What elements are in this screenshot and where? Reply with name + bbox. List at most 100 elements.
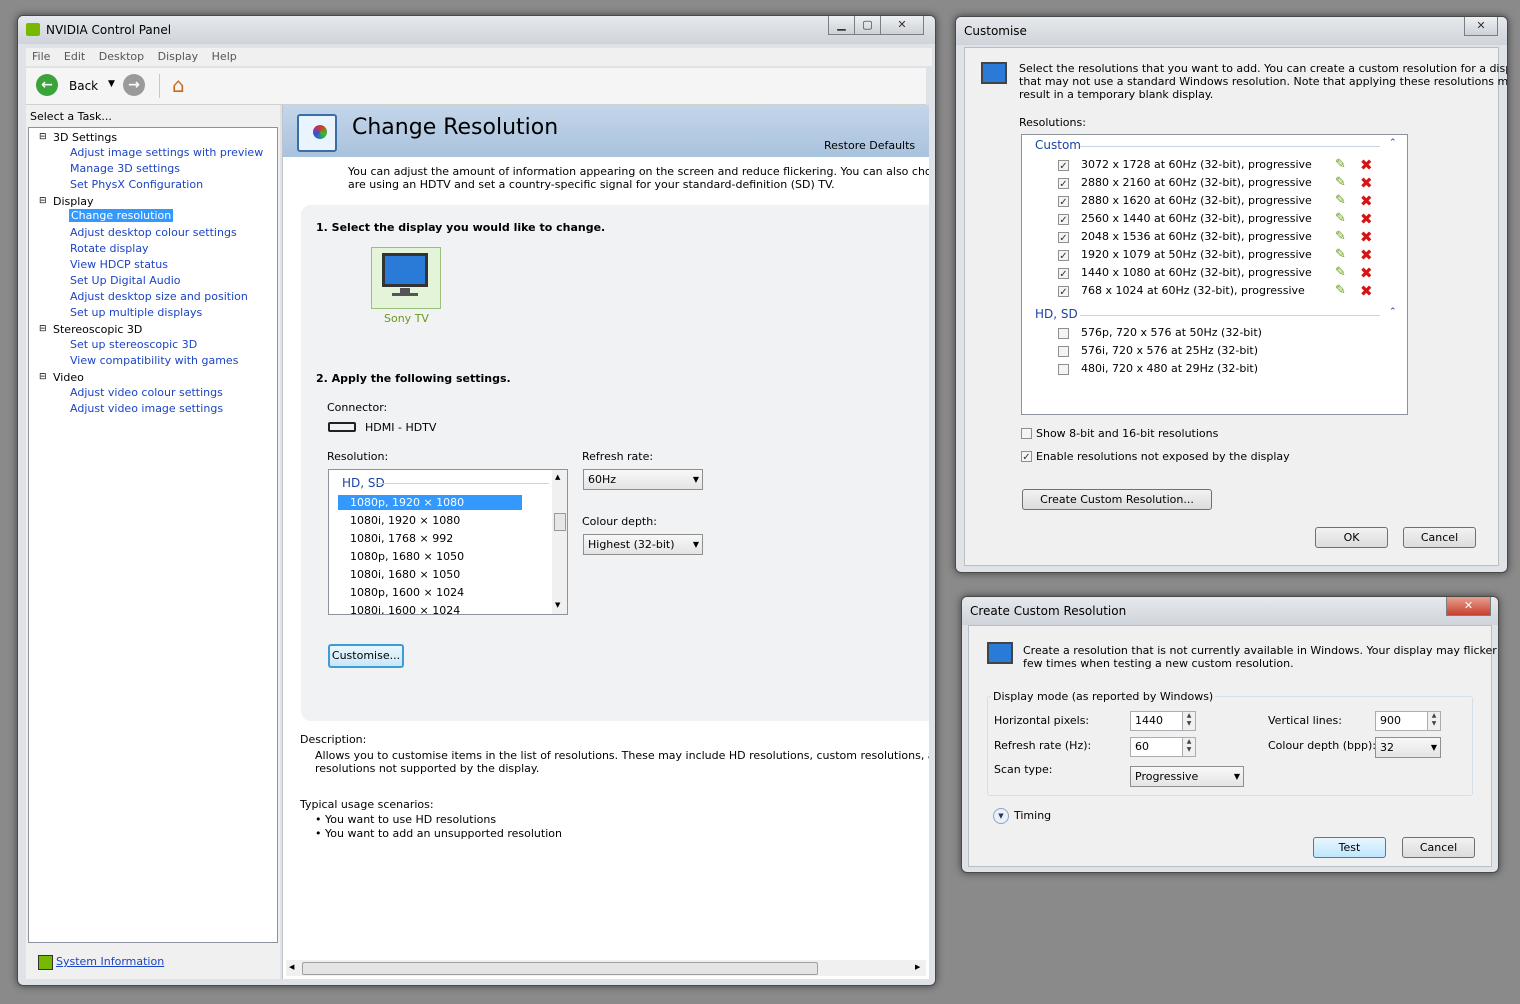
edit-pencil-icon[interactable]: ✎ — [1335, 266, 1349, 280]
horizontal-scrollbar[interactable]: ◀ ▶ — [286, 960, 926, 976]
minimize-button[interactable]: ▁ — [828, 16, 855, 35]
resolution-item[interactable]: 1080i, 1600 × 1024 — [350, 604, 460, 614]
tree-item-digital-audio[interactable]: Set Up Digital Audio — [70, 274, 181, 287]
menu-file[interactable]: File — [32, 50, 50, 63]
customise-button[interactable]: Customise... — [328, 644, 404, 668]
tree-group-3d-settings[interactable]: 3D Settings — [53, 131, 117, 144]
enable-not-exposed-checkbox[interactable]: ✓ — [1021, 451, 1032, 463]
back-dropdown-icon[interactable]: ▼ — [108, 79, 115, 89]
resolution-checkbox[interactable]: ✓ — [1058, 196, 1069, 208]
tree-item-physx[interactable]: Set PhysX Configuration — [70, 178, 203, 191]
resolution-list[interactable]: HD, SD 1080p, 1920 × 1080 1080i, 1920 × … — [328, 469, 568, 615]
resolution-item[interactable]: 1080i, 1920 × 1080 — [350, 514, 460, 527]
vertical-lines-input[interactable]: 900 — [1375, 711, 1428, 731]
resolution-item[interactable]: 1080p, 1600 × 1024 — [350, 586, 464, 599]
custom-resolution-list[interactable]: Custom ⌃ ✓ 3072 x 1728 at 60Hz (32-bit), … — [1021, 134, 1408, 415]
resolution-checkbox[interactable]: ✓ — [1058, 160, 1069, 172]
tree-item-video-image[interactable]: Adjust video image settings — [70, 402, 223, 415]
tree-expander-icon[interactable]: ⊟ — [39, 372, 47, 382]
close-button[interactable]: ✕ — [880, 16, 924, 35]
h-scroll-thumb[interactable] — [302, 962, 818, 975]
edit-pencil-icon[interactable]: ✎ — [1335, 230, 1349, 244]
resolution-item[interactable]: 1080i, 1768 × 992 — [350, 532, 453, 545]
timing-label[interactable]: Timing — [1014, 809, 1051, 822]
colour-depth-select[interactable]: Highest (32-bit) ▼ — [583, 534, 703, 555]
delete-icon[interactable]: ✖ — [1360, 248, 1373, 263]
resolution-item[interactable]: 1080p, 1680 × 1050 — [350, 550, 464, 563]
tree-item-multiple-displays[interactable]: Set up multiple displays — [70, 306, 202, 319]
back-label[interactable]: Back — [69, 79, 98, 93]
delete-icon[interactable]: ✖ — [1360, 212, 1373, 227]
create-custom-resolution-button[interactable]: Create Custom Resolution... — [1022, 489, 1212, 510]
tree-item-desktop-colour[interactable]: Adjust desktop colour settings — [70, 226, 237, 239]
back-arrow-icon[interactable]: ← — [36, 74, 58, 96]
show-8bit-checkbox[interactable] — [1021, 428, 1032, 439]
resolution-checkbox[interactable]: ✓ — [1058, 250, 1069, 262]
refresh-rate-input[interactable]: 60 — [1130, 737, 1183, 757]
tree-item-video-colour[interactable]: Adjust video colour settings — [70, 386, 223, 399]
resolution-item-selected[interactable]: 1080p, 1920 × 1080 — [338, 495, 522, 510]
refresh-rate-spinner[interactable]: ▲ ▼ — [1182, 737, 1196, 757]
refresh-rate-select[interactable]: 60Hz ▼ — [583, 469, 703, 490]
enable-not-exposed-label[interactable]: Enable resolutions not exposed by the di… — [1036, 450, 1290, 463]
menu-edit[interactable]: Edit — [64, 50, 85, 63]
close-button[interactable]: ✕ — [1446, 597, 1491, 616]
delete-icon[interactable]: ✖ — [1360, 158, 1373, 173]
collapse-icon[interactable]: ⌃ — [1389, 307, 1397, 317]
edit-pencil-icon[interactable]: ✎ — [1335, 248, 1349, 262]
tree-expander-icon[interactable]: ⊟ — [39, 196, 47, 206]
forward-arrow-icon[interactable]: → — [123, 74, 145, 96]
ok-button[interactable]: OK — [1315, 527, 1388, 548]
menu-desktop[interactable]: Desktop — [99, 50, 144, 63]
restore-defaults-link[interactable]: Restore Defaults — [824, 139, 915, 152]
scroll-right-icon[interactable]: ▶ — [915, 963, 920, 971]
tree-item-desktop-size[interactable]: Adjust desktop size and position — [70, 290, 248, 303]
tree-item-hdcp-status[interactable]: View HDCP status — [70, 258, 168, 271]
edit-pencil-icon[interactable]: ✎ — [1335, 194, 1349, 208]
timing-expand-icon[interactable]: ▼ — [993, 808, 1009, 824]
edit-pencil-icon[interactable]: ✎ — [1335, 284, 1349, 298]
cancel-button[interactable]: Cancel — [1403, 527, 1476, 548]
edit-pencil-icon[interactable]: ✎ — [1335, 158, 1349, 172]
tree-group-stereoscopic[interactable]: Stereoscopic 3D — [53, 323, 142, 336]
show-8bit-label[interactable]: Show 8-bit and 16-bit resolutions — [1036, 427, 1218, 440]
resolution-checkbox[interactable]: ✓ — [1058, 178, 1069, 190]
delete-icon[interactable]: ✖ — [1360, 284, 1373, 299]
tree-group-video[interactable]: Video — [53, 371, 84, 384]
collapse-icon[interactable]: ⌃ — [1389, 138, 1397, 148]
edit-pencil-icon[interactable]: ✎ — [1335, 176, 1349, 190]
tree-group-display[interactable]: Display — [53, 195, 94, 208]
horizontal-pixels-spinner[interactable]: ▲ ▼ — [1182, 711, 1196, 731]
resolution-checkbox[interactable] — [1058, 328, 1069, 339]
scroll-left-icon[interactable]: ◀ — [289, 963, 294, 971]
scroll-thumb[interactable] — [554, 513, 566, 531]
list-scrollbar[interactable]: ▲ ▼ — [552, 470, 567, 614]
tree-item-change-resolution[interactable]: Change resolution — [69, 209, 174, 222]
system-information-link[interactable]: System Information — [56, 955, 164, 968]
home-icon[interactable]: ⌂ — [172, 73, 185, 97]
test-button[interactable]: Test — [1313, 837, 1386, 858]
close-button[interactable]: ✕ — [1464, 17, 1498, 36]
horizontal-pixels-input[interactable]: 1440 — [1130, 711, 1183, 731]
scroll-down-icon[interactable]: ▼ — [555, 601, 560, 609]
resolution-checkbox[interactable] — [1058, 364, 1069, 375]
delete-icon[interactable]: ✖ — [1360, 194, 1373, 209]
tree-expander-icon[interactable]: ⊟ — [39, 132, 47, 142]
menu-display[interactable]: Display — [158, 50, 199, 63]
tree-item-compatibility[interactable]: View compatibility with games — [70, 354, 238, 367]
delete-icon[interactable]: ✖ — [1360, 176, 1373, 191]
colour-depth-select[interactable]: 32 ▼ — [1375, 737, 1441, 758]
scroll-up-icon[interactable]: ▲ — [555, 473, 560, 481]
delete-icon[interactable]: ✖ — [1360, 266, 1373, 281]
vertical-lines-spinner[interactable]: ▲ ▼ — [1427, 711, 1441, 731]
scan-type-select[interactable]: Progressive ▼ — [1130, 766, 1244, 787]
tree-item-rotate-display[interactable]: Rotate display — [70, 242, 149, 255]
display-tile[interactable] — [371, 247, 441, 309]
menu-help[interactable]: Help — [212, 50, 237, 63]
resolution-checkbox[interactable]: ✓ — [1058, 286, 1069, 298]
delete-icon[interactable]: ✖ — [1360, 230, 1373, 245]
tree-expander-icon[interactable]: ⊟ — [39, 324, 47, 334]
resolution-checkbox[interactable]: ✓ — [1058, 214, 1069, 226]
resolution-checkbox[interactable]: ✓ — [1058, 268, 1069, 280]
edit-pencil-icon[interactable]: ✎ — [1335, 212, 1349, 226]
